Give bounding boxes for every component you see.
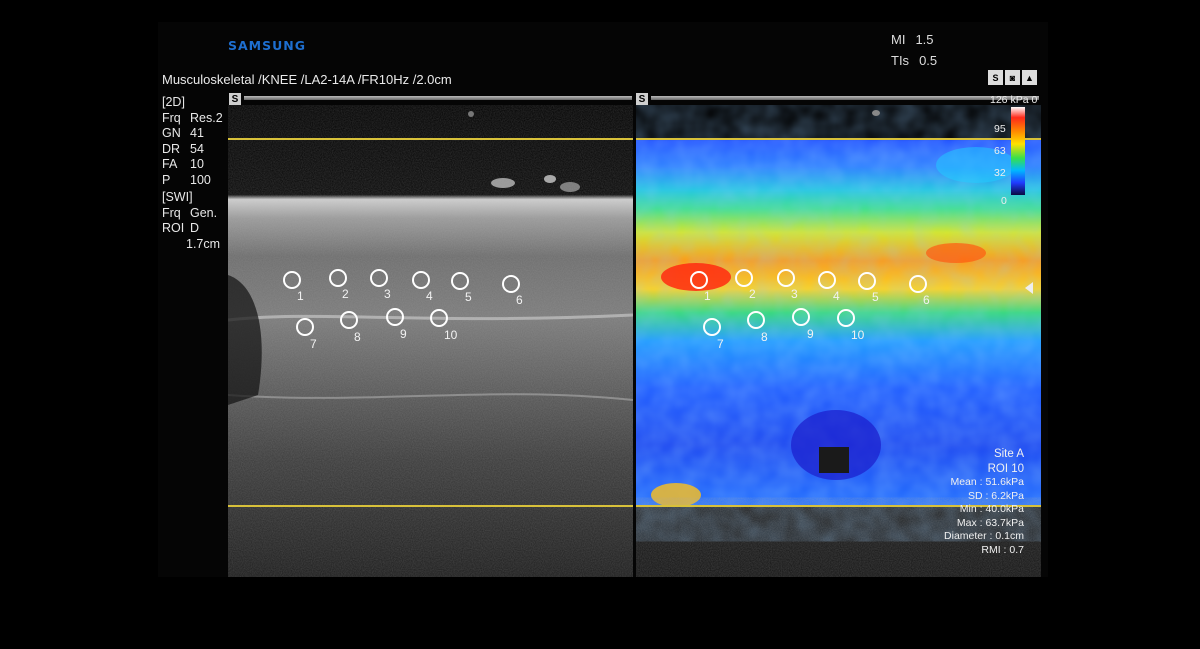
colorbar-max-label: 126 kPa 0 [990, 94, 1038, 106]
depth-scale-right [651, 96, 1039, 100]
roi-label: 2 [342, 287, 349, 301]
colorbar-tick: 63 [994, 145, 1006, 157]
stat-sd: SD : 6.2kPa [967, 489, 1024, 502]
scale-marker-left: S [229, 93, 241, 105]
roi-label: 7 [310, 337, 317, 351]
site-label: Site A [993, 448, 1024, 460]
roi-circle[interactable] [735, 269, 753, 287]
body-marker-icon[interactable]: ▲ [1022, 70, 1037, 85]
param-row: Frq Res.2 [162, 110, 223, 125]
tis-value: 0.5 [919, 53, 938, 68]
roi-circle[interactable] [690, 271, 708, 289]
roi-label: 1 [704, 289, 711, 303]
params-2d-title: [2D] [162, 95, 185, 109]
exam-header: Musculoskeletal /KNEE /LA2-14A /FR10Hz /… [162, 72, 452, 87]
stat-max: Max : 63.7kPa [956, 516, 1024, 529]
roi-label: 9 [400, 327, 407, 341]
roi-label: 4 [833, 289, 840, 303]
stat-min: Min : 40.0kPa [959, 503, 1024, 515]
roi-circle[interactable] [818, 271, 836, 289]
stat-mean: Mean : 51.6kPa [950, 476, 1024, 488]
roi-circle[interactable] [502, 275, 520, 293]
roi-circle[interactable] [386, 308, 404, 326]
roi-label: 2 [749, 287, 756, 301]
roi-circle[interactable] [370, 269, 388, 287]
colorbar-tick: 32 [994, 167, 1006, 179]
roi-label: 9 [807, 327, 814, 341]
roi-label: 8 [761, 330, 768, 344]
roi-label: 1 [297, 289, 304, 303]
safety-indices: MI 1.5 TIs 0.5 [891, 29, 937, 71]
param-row: P 100 [162, 172, 211, 187]
depth-scale-left [244, 96, 632, 100]
roi-label: 7 [717, 337, 724, 351]
focus-arrow-icon[interactable] [1025, 282, 1033, 294]
roi-bottom-left [228, 505, 633, 507]
roi-label: 5 [872, 290, 879, 304]
roi-circle[interactable] [430, 309, 448, 327]
measurement-site: Site A ROI 10 [916, 447, 1024, 477]
dark-artifact [819, 447, 849, 473]
roi-top-left [228, 138, 633, 140]
roi-circle[interactable] [837, 309, 855, 327]
roi-circle[interactable] [777, 269, 795, 287]
roi-circle[interactable] [296, 318, 314, 336]
mi-value: 1.5 [915, 32, 934, 47]
roi-label: 5 [465, 290, 472, 304]
roi-circle[interactable] [858, 272, 876, 290]
roi-depth: 1.7cm [186, 236, 221, 251]
mode-icons: S ◙ ▲ [988, 70, 1037, 85]
roi-circle[interactable] [329, 269, 347, 287]
roi-circle[interactable] [283, 271, 301, 289]
roi-label: 4 [426, 289, 433, 303]
roi-circle[interactable] [451, 272, 469, 290]
roi-label: 6 [516, 293, 523, 307]
focus-marker-left [468, 111, 474, 117]
mi-label: MI [891, 32, 906, 47]
roi-circle[interactable] [703, 318, 721, 336]
stat-diameter: Diameter : 0.1cm [944, 530, 1024, 542]
scale-marker-right: S [636, 93, 648, 105]
s-har-icon[interactable]: S [988, 70, 1003, 85]
colorbar-tick: 0 [1001, 195, 1007, 207]
elasticity-colorbar [1011, 107, 1025, 195]
roi-circle[interactable] [909, 275, 927, 293]
param-row: Frq Gen. [162, 205, 218, 220]
roi-label: 10 [444, 328, 458, 342]
brand-logo: SAMSUNG [228, 38, 306, 53]
roi-circle[interactable] [340, 311, 358, 329]
params-swi-title: [SWI] [162, 190, 193, 204]
roi-top-right [636, 138, 1041, 140]
roi-label: 8 [354, 330, 361, 344]
tis-label: TIs [891, 53, 910, 68]
roi-circle[interactable] [747, 311, 765, 329]
stat-rmi: RMI : 0.7 [981, 543, 1024, 556]
param-row: ROI D [162, 221, 200, 235]
probe-icon[interactable]: ◙ [1005, 70, 1020, 85]
roi-circle[interactable] [792, 308, 810, 326]
roi-number: ROI 10 [987, 463, 1024, 475]
colorbar-tick: 95 [994, 123, 1006, 135]
param-row: FA 10 [162, 157, 204, 171]
roi-label: 6 [923, 293, 930, 307]
roi-label: 3 [791, 287, 798, 301]
imaging-params: [2D] Frq Res.2 GN 41 DR 54 FA 10 P 100 [SWI] … [162, 95, 223, 252]
roi-circle[interactable] [412, 271, 430, 289]
measurement-stats: Mean : 51.6kPa SD : 6.2kPa Min : 40.0kPa… [880, 476, 1024, 557]
param-row: GN 41 [162, 126, 204, 140]
roi-label: 3 [384, 287, 391, 301]
roi-label: 10 [851, 328, 865, 342]
param-row: DR 54 [162, 141, 204, 156]
